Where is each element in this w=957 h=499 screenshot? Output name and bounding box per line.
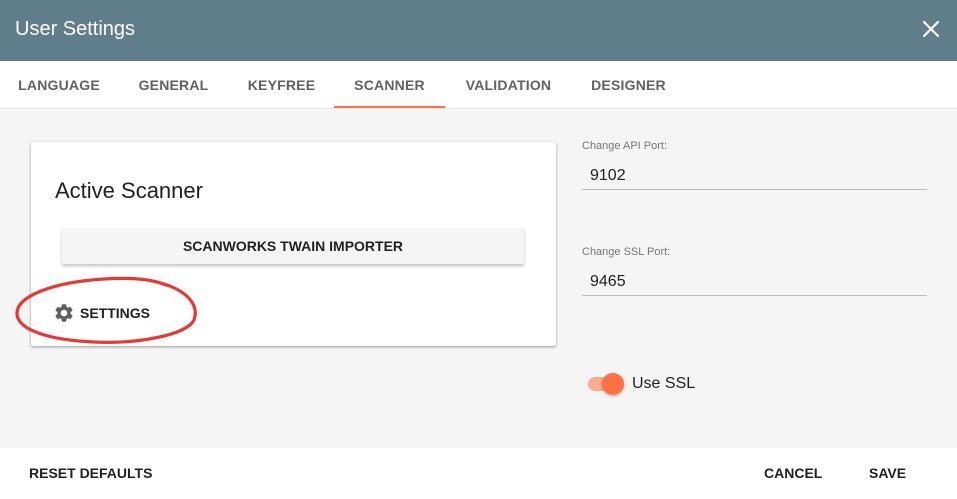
toggle-track bbox=[588, 373, 624, 395]
tab-designer[interactable]: DESIGNER bbox=[572, 61, 685, 109]
dialog-header: User Settings bbox=[0, 0, 957, 61]
tab-validation[interactable]: VALIDATION bbox=[445, 61, 572, 109]
reset-defaults-button[interactable]: RESET DEFAULTS bbox=[29, 465, 152, 481]
use-ssl-toggle[interactable]: Use SSL bbox=[588, 373, 696, 395]
card-title: Active Scanner bbox=[55, 178, 203, 203]
toggle-thumb bbox=[602, 373, 624, 395]
close-button[interactable] bbox=[917, 15, 945, 43]
close-icon bbox=[922, 20, 940, 38]
ssl-port-label: Change SSL Port: bbox=[582, 246, 671, 258]
api-port-label: Change API Port: bbox=[582, 140, 667, 152]
settings-label: SETTINGS bbox=[80, 305, 151, 321]
select-scanner-button[interactable]: SCANWORKS TWAIN IMPORTER bbox=[62, 228, 524, 264]
active-tab-indicator bbox=[334, 106, 445, 108]
tab-general[interactable]: GENERAL bbox=[118, 61, 229, 109]
tab-scanner[interactable]: SCANNER bbox=[334, 61, 445, 109]
cancel-button[interactable]: CANCEL bbox=[764, 465, 822, 481]
dialog-title: User Settings bbox=[15, 18, 136, 40]
active-scanner-card: Active Scanner SCANWORKS TWAIN IMPORTER … bbox=[31, 142, 556, 346]
ssl-port-input[interactable] bbox=[582, 268, 927, 296]
tab-keyfree[interactable]: KEYFREE bbox=[229, 61, 334, 109]
ssl-port-field: Change SSL Port: bbox=[582, 246, 927, 296]
tab-bar: LANGUAGE GENERAL KEYFREE SCANNER VALIDAT… bbox=[0, 61, 957, 109]
scanner-settings-button[interactable]: SETTINGS bbox=[53, 302, 150, 324]
dialog-footer: RESET DEFAULTS CANCEL SAVE bbox=[0, 448, 957, 499]
save-button[interactable]: SAVE bbox=[869, 465, 906, 481]
gear-icon bbox=[55, 304, 73, 322]
api-port-input[interactable] bbox=[582, 162, 927, 190]
tab-language[interactable]: LANGUAGE bbox=[0, 61, 118, 109]
api-port-field: Change API Port: bbox=[582, 140, 927, 190]
use-ssl-label: Use SSL bbox=[632, 375, 696, 392]
